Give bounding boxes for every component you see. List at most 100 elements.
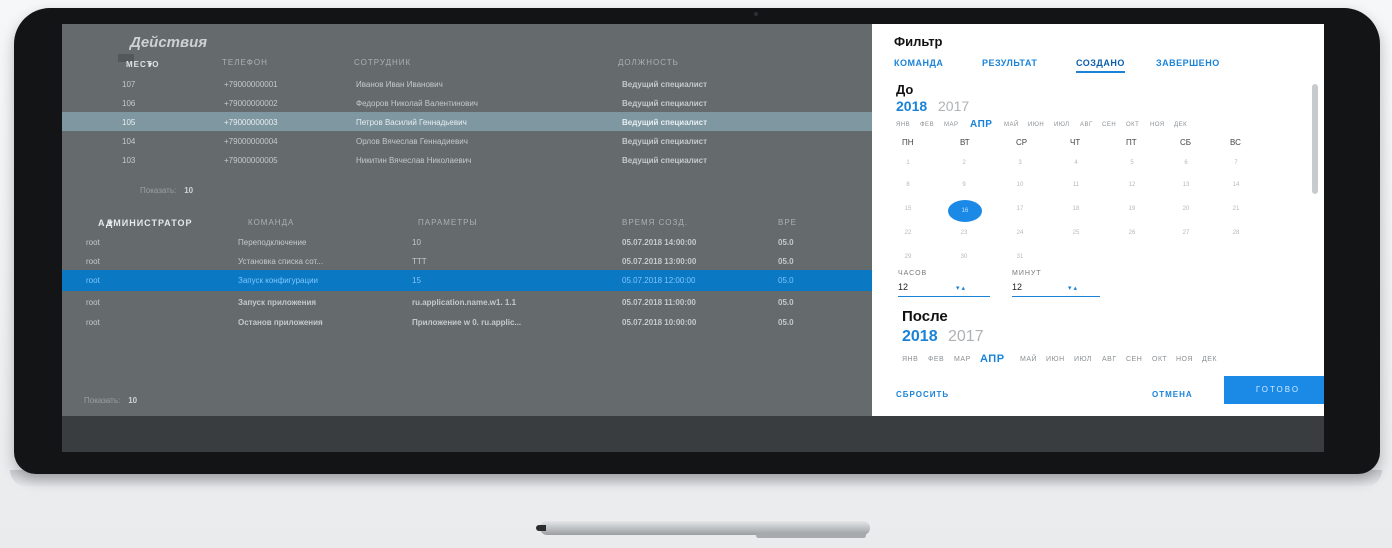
month-apr[interactable]: АПР xyxy=(980,353,1005,365)
cancel-button[interactable]: ОТМЕНА xyxy=(1152,390,1193,399)
tab-finished[interactable]: ЗАВЕРШЕНО xyxy=(1156,58,1220,68)
month-jun[interactable]: ИЮН xyxy=(1046,356,1065,363)
table-row-selected[interactable]: root Запуск конфигурации 15 05.07.2018 1… xyxy=(62,270,872,291)
hours-stepper-icon[interactable]: ▾ ▴ xyxy=(956,284,965,292)
table1-page-size[interactable]: Показать: 10 xyxy=(140,186,193,195)
screen: Действия МЕСТО ▾ ТЕЛЕФОН СОТРУДНИК ДОЛЖН… xyxy=(62,24,1324,452)
column-header-created[interactable]: ВРЕМЯ СОЗД. xyxy=(622,218,688,227)
table-row-selected[interactable]: 105 +79000000003 Петров Василий Геннадье… xyxy=(62,112,872,131)
before-year-2018[interactable]: 2018 xyxy=(896,98,927,114)
calendar-day[interactable]: 11 xyxy=(1064,182,1088,188)
minutes-stepper-icon[interactable]: ▾ ▴ xyxy=(1068,284,1077,292)
calendar-day[interactable]: 30 xyxy=(952,254,976,260)
column-header-finished[interactable]: ВРЕ xyxy=(778,218,797,227)
calendar-day[interactable]: 13 xyxy=(1174,182,1198,188)
calendar-day[interactable]: 12 xyxy=(1120,182,1144,188)
month-aug[interactable]: АВГ xyxy=(1102,356,1117,363)
done-button[interactable]: ГОТОВО xyxy=(1224,376,1324,404)
calendar-day[interactable]: 31 xyxy=(1008,254,1032,260)
month-jan[interactable]: ЯНВ xyxy=(896,122,910,128)
month-jan[interactable]: ЯНВ xyxy=(902,356,918,363)
calendar-day[interactable]: 1 xyxy=(896,160,920,166)
calendar-day[interactable]: 3 xyxy=(1008,160,1032,166)
calendar-day[interactable]: 6 xyxy=(1174,160,1198,166)
tablet-device: Действия МЕСТО ▾ ТЕЛЕФОН СОТРУДНИК ДОЛЖН… xyxy=(14,8,1380,474)
calendar-day[interactable]: 2 xyxy=(952,160,976,166)
column-header-params[interactable]: ПАРАМЕТРЫ xyxy=(418,218,478,227)
column-header-position[interactable]: ДОЛЖНОСТЬ xyxy=(618,58,679,67)
calendar-day[interactable]: 14 xyxy=(1224,182,1248,188)
filter-scrollbar[interactable] xyxy=(1312,84,1318,194)
column-header-phone[interactable]: ТЕЛЕФОН xyxy=(222,58,268,67)
weekday-fri: ПТ xyxy=(1126,138,1137,147)
column-header-command[interactable]: КОМАНДА xyxy=(248,218,294,227)
table-row[interactable]: root Переподключение 10 05.07.2018 14:00… xyxy=(62,232,872,251)
month-feb[interactable]: ФЕВ xyxy=(928,356,944,363)
month-sep[interactable]: СЕН xyxy=(1126,356,1142,363)
calendar-day[interactable]: 5 xyxy=(1120,160,1144,166)
calendar-day[interactable]: 28 xyxy=(1224,230,1248,236)
calendar-day[interactable]: 27 xyxy=(1174,230,1198,236)
calendar-day-selected[interactable]: 16 xyxy=(948,200,982,222)
tab-command[interactable]: КОМАНДА xyxy=(894,58,943,68)
month-jul[interactable]: ИЮЛ xyxy=(1074,356,1092,363)
tab-result[interactable]: РЕЗУЛЬТАТ xyxy=(982,58,1037,68)
calendar-day[interactable]: 18 xyxy=(1064,206,1088,212)
calendar-day[interactable]: 24 xyxy=(1008,230,1032,236)
table-row[interactable]: 107 +79000000001 Иванов Иван Иванович Ве… xyxy=(62,74,872,93)
month-feb[interactable]: ФЕВ xyxy=(920,122,934,128)
before-year-2017[interactable]: 2017 xyxy=(938,98,969,114)
tab-created[interactable]: СОЗДАНО xyxy=(1076,58,1125,73)
month-aug[interactable]: АВГ xyxy=(1080,122,1093,128)
calendar-day[interactable]: 25 xyxy=(1064,230,1088,236)
before-month-list: ЯНВ ФЕВ МАР АПР МАЙ ИЮН ИЮЛ АВГ СЕН ОКТ … xyxy=(896,119,1296,132)
calendar-day[interactable]: 9 xyxy=(952,182,976,188)
month-nov[interactable]: НОЯ xyxy=(1176,356,1193,363)
month-jun[interactable]: ИЮН xyxy=(1028,122,1044,128)
table-row[interactable]: root Останов приложения Приложение w 0. … xyxy=(62,312,872,331)
calendar-day[interactable]: 15 xyxy=(896,206,920,212)
month-jul[interactable]: ИЮЛ xyxy=(1054,122,1070,128)
calendar-day[interactable]: 8 xyxy=(896,182,920,188)
month-oct[interactable]: ОКТ xyxy=(1126,122,1139,128)
calendar-day[interactable]: 23 xyxy=(952,230,976,236)
calendar-day[interactable]: 20 xyxy=(1174,206,1198,212)
month-sep[interactable]: СЕН xyxy=(1102,122,1116,128)
sort-dropdown-place[interactable]: МЕСТО ▾ xyxy=(118,54,159,69)
actions-panel: Действия МЕСТО ▾ ТЕЛЕФОН СОТРУДНИК ДОЛЖН… xyxy=(62,24,872,452)
table-row[interactable]: root Установка списка сот... TTT 05.07.2… xyxy=(62,251,872,270)
calendar-day[interactable]: 4 xyxy=(1064,160,1088,166)
month-mar[interactable]: МАР xyxy=(954,356,971,363)
calendar-day[interactable]: 22 xyxy=(896,230,920,236)
hours-input[interactable]: 12 ▾ ▴ xyxy=(898,282,990,297)
calendar-day[interactable]: 21 xyxy=(1224,206,1248,212)
month-dec[interactable]: ДЕК xyxy=(1202,356,1217,363)
weekday-thu: ЧТ xyxy=(1070,138,1081,147)
calendar-day[interactable]: 17 xyxy=(1008,206,1032,212)
month-oct[interactable]: ОКТ xyxy=(1152,356,1167,363)
calendar-day[interactable]: 29 xyxy=(896,254,920,260)
table2-page-size[interactable]: Показать: 10 xyxy=(84,396,137,405)
bottom-bar xyxy=(62,416,1324,452)
column-header-employee[interactable]: СОТРУДНИК xyxy=(354,58,411,67)
month-may[interactable]: МАЙ xyxy=(1004,122,1019,128)
month-may[interactable]: МАЙ xyxy=(1020,356,1037,363)
calendar-day[interactable]: 7 xyxy=(1224,160,1248,166)
month-apr[interactable]: АПР xyxy=(970,119,992,130)
calendar-day[interactable]: 19 xyxy=(1120,206,1144,212)
after-year-2017[interactable]: 2017 xyxy=(948,328,984,346)
calendar-day[interactable]: 26 xyxy=(1120,230,1144,236)
month-mar[interactable]: МАР xyxy=(944,122,959,128)
table-row[interactable]: root Запуск приложения ru.application.na… xyxy=(62,292,872,311)
reset-button[interactable]: СБРОСИТЬ xyxy=(896,390,949,399)
filter-tabs: КОМАНДА РЕЗУЛЬТАТ СОЗДАНО ЗАВЕРШЕНО xyxy=(894,58,1314,78)
table-row[interactable]: 104 +79000000004 Орлов Вячеслав Геннадие… xyxy=(62,131,872,150)
month-nov[interactable]: НОЯ xyxy=(1150,122,1165,128)
month-dec[interactable]: ДЕК xyxy=(1174,122,1187,128)
after-year-2018[interactable]: 2018 xyxy=(902,328,938,346)
calendar-day[interactable]: 10 xyxy=(1008,182,1032,188)
sort-dropdown-admin[interactable]: АДМИНИСТРАТОР ▾ xyxy=(90,212,192,228)
minutes-input[interactable]: 12 ▾ ▴ xyxy=(1012,282,1100,297)
table-row[interactable]: 103 +79000000005 Никитин Вячеслав Никола… xyxy=(62,150,872,169)
table-row[interactable]: 106 +79000000002 Федоров Николай Валенти… xyxy=(62,93,872,112)
